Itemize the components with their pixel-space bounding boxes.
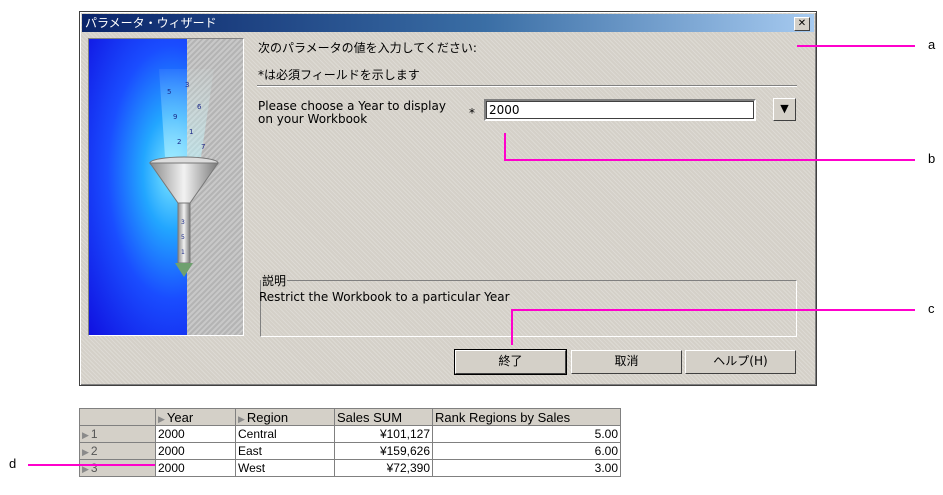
callout-label-d: d [9, 456, 17, 471]
callout-lines [28, 45, 915, 466]
callout-line-c [511, 309, 915, 345]
callout-line-b [504, 133, 915, 161]
callout-label-a: a [928, 37, 936, 52]
callout-label-c: c [928, 301, 935, 316]
callout-label-b: b [928, 151, 936, 166]
